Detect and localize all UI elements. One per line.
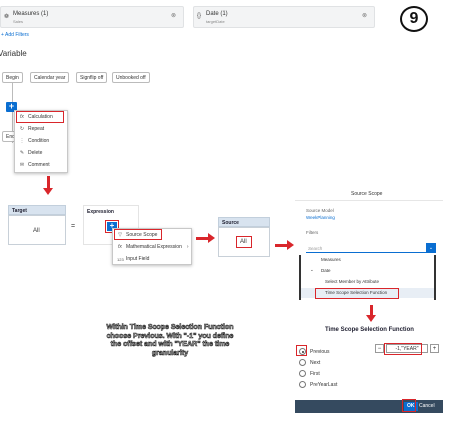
menu-item-repeat[interactable]: ↻ Repeat: [15, 123, 67, 135]
arrow-down-1: [43, 176, 53, 195]
date-filter[interactable]: {} Date (1) targetDate ⊗: [193, 6, 375, 28]
date-filter-title: Date (1): [206, 11, 228, 17]
filter-search[interactable]: Search: [306, 244, 436, 253]
previous-radio-highlight: [296, 345, 307, 356]
arrow-right-2: [275, 240, 294, 250]
menu-item-math-expression[interactable]: fx Mathematical Expression ›: [113, 241, 191, 253]
tssf-highlight: [315, 288, 399, 299]
instruction-note: Within Time Scope Selection Function cho…: [105, 324, 235, 366]
equals-sign: =: [71, 223, 76, 230]
repeat-icon: ↻: [19, 126, 25, 132]
option-label: Next: [310, 359, 321, 366]
tree-item-measures[interactable]: Measures: [321, 257, 341, 262]
option-first[interactable]: First: [299, 370, 320, 377]
option-preyearlast[interactable]: PreYearLast: [299, 381, 337, 388]
number-icon: 123: [117, 256, 124, 262]
measures-filter-sub: Sales: [13, 19, 24, 24]
close-icon[interactable]: ⊗: [171, 12, 176, 19]
chevron-down-icon: ⌄: [310, 267, 314, 272]
function-icon: fx: [118, 244, 122, 250]
cancel-button[interactable]: Cancel: [419, 403, 435, 409]
option-next[interactable]: Next: [299, 359, 320, 366]
target-panel[interactable]: All: [8, 215, 66, 245]
condition-icon: ⋮: [19, 138, 25, 144]
stepper-minus-button[interactable]: −: [375, 344, 384, 353]
dialog-title-divider: [295, 200, 443, 201]
arrow-right-1: [196, 233, 215, 243]
measures-icon: ❁: [4, 14, 10, 20]
menu-item-condition[interactable]: ⋮ Condition: [15, 135, 67, 147]
step-number: 9: [409, 10, 419, 27]
source-header: Source: [218, 217, 270, 227]
ok-button-highlight: [402, 399, 416, 412]
date-icon: {}: [197, 13, 202, 19]
menu-item-label: Input Field: [126, 256, 150, 262]
close-icon[interactable]: ⊗: [362, 12, 367, 19]
chevron-right-icon: ›: [186, 244, 189, 250]
source-scope-dialog: Source Scope Source Model WeekPlanning F…: [295, 188, 443, 300]
stepper-value-highlight: [384, 343, 422, 355]
delete-icon: ✎: [19, 150, 25, 156]
dropdown-button[interactable]: ⌄: [426, 243, 436, 253]
add-filters-link[interactable]: + Add Filters: [1, 32, 29, 38]
tssf-dialog-title: Time Scope Selection Function: [325, 327, 414, 333]
step-badge: 9: [400, 6, 428, 32]
menu-item-label: Mathematical Expression: [126, 244, 182, 250]
dialog-footer: OK Cancel: [295, 400, 443, 413]
menu-item-delete[interactable]: ✎ Delete: [15, 147, 67, 159]
measures-filter[interactable]: ❁ Measures (1) Sales ⊗: [0, 6, 184, 28]
arrow-down-2: [366, 305, 376, 322]
source-scope-highlight: [114, 229, 162, 240]
target-value: All: [33, 228, 40, 234]
tree-item-date[interactable]: Date: [321, 268, 331, 273]
radio-preyearlast[interactable]: [299, 381, 306, 388]
variable-label: Variable: [0, 49, 27, 58]
tssf-dialog: Time Scope Selection Function Previous N…: [295, 323, 443, 413]
tree-item-select-member[interactable]: Select Member by Attribute: [325, 279, 379, 284]
radio-first[interactable]: [299, 370, 306, 377]
target-header: Target: [8, 205, 66, 215]
source-value-highlight: [236, 236, 252, 248]
option-label: PreYearLast: [310, 381, 338, 388]
radio-next[interactable]: [299, 359, 306, 366]
measures-filter-title: Measures (1): [13, 11, 49, 17]
expression-header: Expression: [87, 209, 114, 215]
instruction-note-text: Within Time Scope Selection Function cho…: [106, 324, 234, 357]
menu-item-label: Repeat: [28, 126, 45, 132]
menu-item-label: Delete: [28, 150, 43, 156]
menu-item-label: Condition: [28, 138, 50, 144]
menu-item-input-field[interactable]: 123 Input Field: [113, 253, 191, 265]
stepper-plus-button[interactable]: +: [430, 344, 439, 353]
option-label: First: [310, 370, 320, 377]
signflip-chip[interactable]: Signflip off: [76, 72, 108, 83]
unbooked-chip[interactable]: Unbooked off: [112, 72, 150, 83]
filters-label: Filters: [306, 230, 319, 235]
menu-item-comment[interactable]: ✉ Comment: [15, 159, 67, 171]
comment-icon: ✉: [19, 162, 25, 168]
dialog-title: Source Scope: [351, 191, 383, 197]
option-label: Previous: [310, 348, 330, 355]
begin-node[interactable]: Begin: [2, 72, 23, 83]
menu-item-label: Comment: [28, 162, 50, 168]
source-model-label: Source Model: [306, 208, 334, 213]
search-input[interactable]: Search: [308, 246, 322, 251]
calculation-highlight: [16, 111, 64, 123]
date-filter-sub: targetDate: [206, 19, 225, 24]
source-model-link[interactable]: WeekPlanning: [306, 215, 335, 220]
calendar-year-chip[interactable]: Calendar year: [30, 72, 70, 83]
